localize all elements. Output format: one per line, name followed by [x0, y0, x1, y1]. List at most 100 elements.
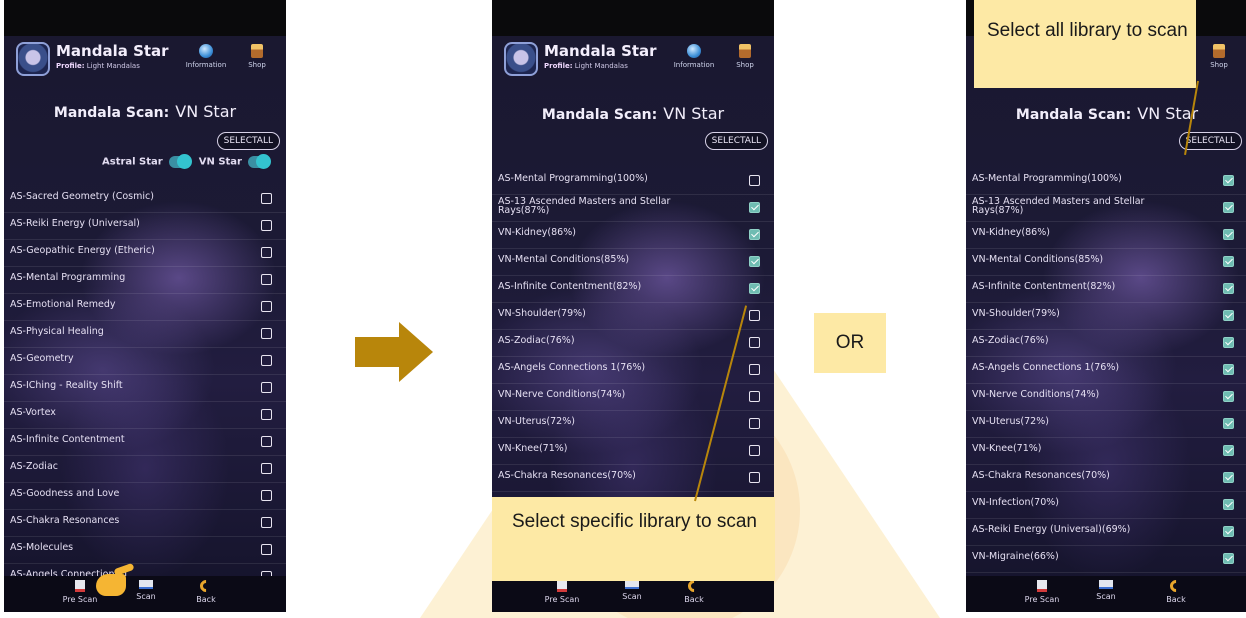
library-row[interactable]: AS-IChing - Reality Shift	[4, 375, 286, 402]
library-row[interactable]: VN-Knee(71%)	[492, 438, 774, 465]
select-all-button[interactable]: SELECTALL	[216, 132, 280, 150]
library-row[interactable]: AS-Zodiac	[4, 456, 286, 483]
nav-prescan[interactable]: Pre Scan	[1022, 580, 1062, 604]
checkbox-unchecked[interactable]	[749, 472, 760, 483]
library-row[interactable]: VN-Knee(71%)	[966, 438, 1246, 465]
library-row[interactable]: AS-Angels Connections 1(76%)	[966, 357, 1246, 384]
checkbox-unchecked[interactable]	[261, 436, 272, 447]
library-row[interactable]: VN-Mental Conditions(85%)	[966, 249, 1246, 276]
library-row[interactable]: VN-Shoulder(79%)	[492, 303, 774, 330]
checkbox-checked[interactable]	[1223, 445, 1234, 456]
library-row[interactable]: AS-Physical Healing	[4, 321, 286, 348]
library-row[interactable]: AS-Goodness and Love	[4, 483, 286, 510]
library-row[interactable]: VN-Shoulder(79%)	[966, 303, 1246, 330]
nav-scan[interactable]: Scan	[612, 580, 652, 601]
library-row[interactable]: VN-Nerve Conditions(74%)	[492, 384, 774, 411]
library-row[interactable]: VN-Uterus(72%)	[966, 411, 1246, 438]
checkbox-unchecked[interactable]	[261, 220, 272, 231]
checkbox-checked[interactable]	[1223, 175, 1234, 186]
checkbox-unchecked[interactable]	[261, 517, 272, 528]
library-row[interactable]: VN-Nerve Conditions(74%)	[966, 384, 1246, 411]
library-row[interactable]: AS-Reiki Energy (Universal)	[4, 213, 286, 240]
checkbox-unchecked[interactable]	[749, 337, 760, 348]
checkbox-checked[interactable]	[1223, 283, 1234, 294]
library-row[interactable]: VN-Kidney(86%)	[966, 222, 1246, 249]
checkbox-checked[interactable]	[749, 229, 760, 240]
checkbox-checked[interactable]	[1223, 553, 1234, 564]
checkbox-checked[interactable]	[1223, 202, 1234, 213]
library-row[interactable]: AS-Geopathic Energy (Etheric)	[4, 240, 286, 267]
checkbox-checked[interactable]	[1223, 391, 1234, 402]
library-row[interactable]: AS-Chakra Resonances(70%)	[492, 465, 774, 492]
shop-button[interactable]: Shop	[1204, 44, 1234, 69]
checkbox-unchecked[interactable]	[749, 175, 760, 186]
library-label: VN-Shoulder(79%)	[972, 308, 1060, 319]
checkbox-unchecked[interactable]	[261, 544, 272, 555]
checkbox-unchecked[interactable]	[261, 193, 272, 204]
nav-prescan[interactable]: Pre Scan	[542, 580, 582, 604]
library-row[interactable]: VN-Infection(70%)	[966, 492, 1246, 519]
checkbox-checked[interactable]	[1223, 364, 1234, 375]
library-row[interactable]: VN-Migraine(66%)	[966, 546, 1246, 573]
nav-back[interactable]: Back	[674, 577, 714, 604]
checkbox-unchecked[interactable]	[261, 247, 272, 258]
checkbox-unchecked[interactable]	[261, 355, 272, 366]
checkbox-unchecked[interactable]	[261, 328, 272, 339]
library-row[interactable]: AS-Sacred Geometry (Cosmic)	[4, 186, 286, 213]
nav-back[interactable]: Back	[186, 577, 226, 604]
checkbox-checked[interactable]	[1223, 472, 1234, 483]
checkbox-checked[interactable]	[1223, 526, 1234, 537]
library-row[interactable]: VN-Uterus(72%)	[492, 411, 774, 438]
checkbox-checked[interactable]	[749, 256, 760, 267]
checkbox-unchecked[interactable]	[749, 418, 760, 429]
library-row[interactable]: AS-Chakra Resonances(70%)	[966, 465, 1246, 492]
library-row[interactable]: AS-Geometry	[4, 348, 286, 375]
checkbox-checked[interactable]	[1223, 310, 1234, 321]
library-row[interactable]: AS-Reiki Energy (Universal)(69%)	[966, 519, 1246, 546]
astral-star-toggle[interactable]	[168, 154, 192, 169]
nav-back-label: Back	[1166, 595, 1186, 604]
library-row[interactable]: AS-13 Ascended Masters and Stellar Rays(…	[966, 195, 1246, 222]
checkbox-checked[interactable]	[1223, 256, 1234, 267]
checkbox-unchecked[interactable]	[261, 409, 272, 420]
checkbox-checked[interactable]	[1223, 418, 1234, 429]
checkbox-checked[interactable]	[1223, 499, 1234, 510]
nav-scan[interactable]: Scan	[126, 580, 166, 601]
library-row[interactable]: AS-Emotional Remedy	[4, 294, 286, 321]
checkbox-unchecked[interactable]	[261, 463, 272, 474]
library-row[interactable]: VN-Mental Conditions(85%)	[492, 249, 774, 276]
checkbox-unchecked[interactable]	[749, 364, 760, 375]
nav-back[interactable]: Back	[1156, 577, 1196, 604]
checkbox-unchecked[interactable]	[749, 310, 760, 321]
library-row[interactable]: AS-Zodiac(76%)	[966, 330, 1246, 357]
shop-button[interactable]: Shop	[730, 44, 760, 69]
checkbox-unchecked[interactable]	[749, 391, 760, 402]
vn-star-toggle[interactable]	[248, 154, 271, 169]
library-row[interactable]: VN-Kidney(86%)	[492, 222, 774, 249]
library-row[interactable]: AS-Infinite Contentment(82%)	[966, 276, 1246, 303]
library-row[interactable]: AS-Molecules	[4, 537, 286, 564]
checkbox-unchecked[interactable]	[261, 382, 272, 393]
checkbox-checked[interactable]	[1223, 229, 1234, 240]
checkbox-unchecked[interactable]	[261, 301, 272, 312]
information-button[interactable]: Information	[184, 44, 228, 69]
shop-button[interactable]: Shop	[242, 44, 272, 69]
checkbox-checked[interactable]	[749, 202, 760, 213]
checkbox-unchecked[interactable]	[261, 274, 272, 285]
nav-prescan[interactable]: Pre Scan	[60, 580, 100, 604]
library-row[interactable]: AS-Infinite Contentment	[4, 429, 286, 456]
information-button[interactable]: Information	[672, 44, 716, 69]
checkbox-checked[interactable]	[749, 283, 760, 294]
checkbox-checked[interactable]	[1223, 337, 1234, 348]
checkbox-unchecked[interactable]	[261, 490, 272, 501]
library-row[interactable]: AS-Mental Programming(100%)	[966, 168, 1246, 195]
library-row[interactable]: AS-Vortex	[4, 402, 286, 429]
library-row[interactable]: AS-Infinite Contentment(82%)	[492, 276, 774, 303]
checkbox-unchecked[interactable]	[749, 445, 760, 456]
select-all-button[interactable]: SELECTALL	[704, 132, 768, 150]
library-row[interactable]: AS-13 Ascended Masters and Stellar Rays(…	[492, 195, 774, 222]
library-row[interactable]: AS-Chakra Resonances	[4, 510, 286, 537]
nav-scan[interactable]: Scan	[1086, 580, 1126, 601]
library-row[interactable]: AS-Mental Programming(100%)	[492, 168, 774, 195]
library-row[interactable]: AS-Mental Programming	[4, 267, 286, 294]
